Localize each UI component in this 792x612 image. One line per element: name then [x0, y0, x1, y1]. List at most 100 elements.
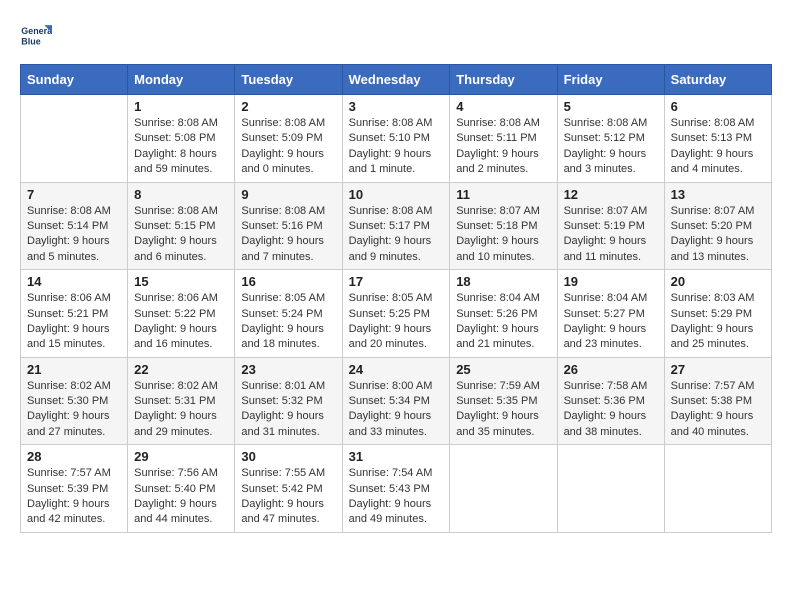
day-info: Sunrise: 8:08 AMSunset: 5:14 PMDaylight:…	[27, 204, 121, 266]
weekday-header-thursday: Thursday	[450, 65, 557, 95]
calendar-cell: 23Sunrise: 8:01 AMSunset: 5:32 PMDayligh…	[235, 357, 342, 445]
day-info: Sunrise: 8:08 AMSunset: 5:12 PMDaylight:…	[564, 116, 658, 178]
calendar-table: SundayMondayTuesdayWednesdayThursdayFrid…	[20, 64, 772, 533]
calendar-cell: 26 Sunrise: 7:58 AMSunset: 5:36 PMDayligh…	[557, 357, 664, 445]
day-number: 29	[134, 449, 228, 464]
day-info: Sunrise: 8:08 AMSunset: 5:08 PMDaylight:…	[134, 116, 228, 178]
day-info: Sunrise: 8:03 AMSunset: 5:29 PMDaylight:…	[671, 291, 765, 353]
calendar-cell: 12 Sunrise: 8:07 AMSunset: 5:19 PMDayligh…	[557, 182, 664, 270]
calendar-cell: 29 Sunrise: 7:56 AMSunset: 5:40 PMDayligh…	[128, 445, 235, 533]
day-number: 21	[27, 362, 121, 377]
week-row-3: 14 Sunrise: 8:06 AMSunset: 5:21 PMDayligh…	[21, 270, 772, 358]
day-info: Sunrise: 8:08 AMSunset: 5:17 PMDaylight:…	[349, 204, 444, 266]
day-number: 7	[27, 187, 121, 202]
calendar-cell: 14 Sunrise: 8:06 AMSunset: 5:21 PMDayligh…	[21, 270, 128, 358]
calendar-cell: 31 Sunrise: 7:54 AMSunset: 5:43 PMDayligh…	[342, 445, 450, 533]
weekday-header-row: SundayMondayTuesdayWednesdayThursdayFrid…	[21, 65, 772, 95]
day-number: 18	[456, 274, 550, 289]
calendar-cell: 17 Sunrise: 8:05 AMSunset: 5:25 PMDayligh…	[342, 270, 450, 358]
calendar-cell: 15Sunrise: 8:06 AMSunset: 5:22 PMDayligh…	[128, 270, 235, 358]
day-number: 20	[671, 274, 765, 289]
weekday-header-wednesday: Wednesday	[342, 65, 450, 95]
day-info: Sunrise: 8:06 AMSunset: 5:21 PMDaylight:…	[27, 291, 121, 353]
calendar-cell: 5 Sunrise: 8:08 AMSunset: 5:12 PMDaylight…	[557, 95, 664, 183]
page-header: General Blue	[20, 20, 772, 52]
day-number: 1	[134, 99, 228, 114]
day-info: Sunrise: 8:04 AMSunset: 5:27 PMDaylight:…	[564, 291, 658, 353]
calendar-cell: 27 Sunrise: 7:57 AMSunset: 5:38 PMDayligh…	[664, 357, 771, 445]
calendar-cell: 21Sunrise: 8:02 AMSunset: 5:30 PMDayligh…	[21, 357, 128, 445]
day-number: 28	[27, 449, 121, 464]
calendar-cell: 8 Sunrise: 8:08 AMSunset: 5:15 PMDaylight…	[128, 182, 235, 270]
day-number: 9	[241, 187, 335, 202]
svg-text:Blue: Blue	[21, 36, 40, 46]
day-info: Sunrise: 8:08 AMSunset: 5:09 PMDaylight:…	[241, 116, 335, 178]
calendar-cell: 24Sunrise: 8:00 AMSunset: 5:34 PMDayligh…	[342, 357, 450, 445]
day-info: Sunrise: 7:57 AMSunset: 5:38 PMDaylight:…	[671, 379, 765, 441]
day-info: Sunrise: 8:02 AMSunset: 5:31 PMDaylight:…	[134, 379, 228, 441]
day-number: 26	[564, 362, 658, 377]
day-number: 25	[456, 362, 550, 377]
day-number: 8	[134, 187, 228, 202]
calendar-cell: 1 Sunrise: 8:08 AMSunset: 5:08 PMDaylight…	[128, 95, 235, 183]
day-info: Sunrise: 8:06 AMSunset: 5:22 PMDaylight:…	[134, 291, 228, 353]
calendar-cell: 18 Sunrise: 8:04 AMSunset: 5:26 PMDayligh…	[450, 270, 557, 358]
logo: General Blue	[20, 20, 52, 52]
week-row-5: 28 Sunrise: 7:57 AMSunset: 5:39 PMDayligh…	[21, 445, 772, 533]
day-info: Sunrise: 7:57 AMSunset: 5:39 PMDaylight:…	[27, 466, 121, 528]
day-info: Sunrise: 8:08 AMSunset: 5:16 PMDaylight:…	[241, 204, 335, 266]
day-info: Sunrise: 8:08 AMSunset: 5:15 PMDaylight:…	[134, 204, 228, 266]
calendar-cell	[450, 445, 557, 533]
day-info: Sunrise: 7:56 AMSunset: 5:40 PMDaylight:…	[134, 466, 228, 528]
calendar-cell	[664, 445, 771, 533]
day-number: 12	[564, 187, 658, 202]
day-number: 10	[349, 187, 444, 202]
day-number: 4	[456, 99, 550, 114]
day-number: 3	[349, 99, 444, 114]
day-info: Sunrise: 8:04 AMSunset: 5:26 PMDaylight:…	[456, 291, 550, 353]
calendar-cell: 4 Sunrise: 8:08 AMSunset: 5:11 PMDaylight…	[450, 95, 557, 183]
day-info: Sunrise: 7:59 AMSunset: 5:35 PMDaylight:…	[456, 379, 550, 441]
calendar-cell: 7 Sunrise: 8:08 AMSunset: 5:14 PMDaylight…	[21, 182, 128, 270]
day-number: 31	[349, 449, 444, 464]
day-number: 16	[241, 274, 335, 289]
calendar-cell: 9 Sunrise: 8:08 AMSunset: 5:16 PMDaylight…	[235, 182, 342, 270]
weekday-header-saturday: Saturday	[664, 65, 771, 95]
calendar-cell: 19 Sunrise: 8:04 AMSunset: 5:27 PMDayligh…	[557, 270, 664, 358]
week-row-4: 21Sunrise: 8:02 AMSunset: 5:30 PMDayligh…	[21, 357, 772, 445]
week-row-2: 7 Sunrise: 8:08 AMSunset: 5:14 PMDaylight…	[21, 182, 772, 270]
weekday-header-tuesday: Tuesday	[235, 65, 342, 95]
day-info: Sunrise: 8:08 AMSunset: 5:11 PMDaylight:…	[456, 116, 550, 178]
calendar-cell	[21, 95, 128, 183]
weekday-header-friday: Friday	[557, 65, 664, 95]
day-number: 30	[241, 449, 335, 464]
calendar-cell: 30 Sunrise: 7:55 AMSunset: 5:42 PMDayligh…	[235, 445, 342, 533]
calendar-cell: 20 Sunrise: 8:03 AMSunset: 5:29 PMDayligh…	[664, 270, 771, 358]
calendar-cell: 25 Sunrise: 7:59 AMSunset: 5:35 PMDayligh…	[450, 357, 557, 445]
day-info: Sunrise: 8:05 AMSunset: 5:25 PMDaylight:…	[349, 291, 444, 353]
day-info: Sunrise: 8:00 AMSunset: 5:34 PMDaylight:…	[349, 379, 444, 441]
day-info: Sunrise: 7:58 AMSunset: 5:36 PMDaylight:…	[564, 379, 658, 441]
weekday-header-monday: Monday	[128, 65, 235, 95]
day-number: 27	[671, 362, 765, 377]
day-number: 13	[671, 187, 765, 202]
day-info: Sunrise: 7:55 AMSunset: 5:42 PMDaylight:…	[241, 466, 335, 528]
day-number: 5	[564, 99, 658, 114]
day-info: Sunrise: 8:08 AMSunset: 5:13 PMDaylight:…	[671, 116, 765, 178]
day-info: Sunrise: 8:07 AMSunset: 5:18 PMDaylight:…	[456, 204, 550, 266]
day-number: 17	[349, 274, 444, 289]
day-number: 19	[564, 274, 658, 289]
calendar-cell: 28 Sunrise: 7:57 AMSunset: 5:39 PMDayligh…	[21, 445, 128, 533]
calendar-cell: 2 Sunrise: 8:08 AMSunset: 5:09 PMDaylight…	[235, 95, 342, 183]
day-number: 6	[671, 99, 765, 114]
calendar-cell: 13Sunrise: 8:07 AMSunset: 5:20 PMDayligh…	[664, 182, 771, 270]
day-number: 11	[456, 187, 550, 202]
day-number: 2	[241, 99, 335, 114]
calendar-cell: 22Sunrise: 8:02 AMSunset: 5:31 PMDayligh…	[128, 357, 235, 445]
day-number: 23	[241, 362, 335, 377]
calendar-cell: 16 Sunrise: 8:05 AMSunset: 5:24 PMDayligh…	[235, 270, 342, 358]
day-info: Sunrise: 7:54 AMSunset: 5:43 PMDaylight:…	[349, 466, 444, 528]
day-info: Sunrise: 8:05 AMSunset: 5:24 PMDaylight:…	[241, 291, 335, 353]
day-info: Sunrise: 8:07 AMSunset: 5:19 PMDaylight:…	[564, 204, 658, 266]
day-number: 14	[27, 274, 121, 289]
